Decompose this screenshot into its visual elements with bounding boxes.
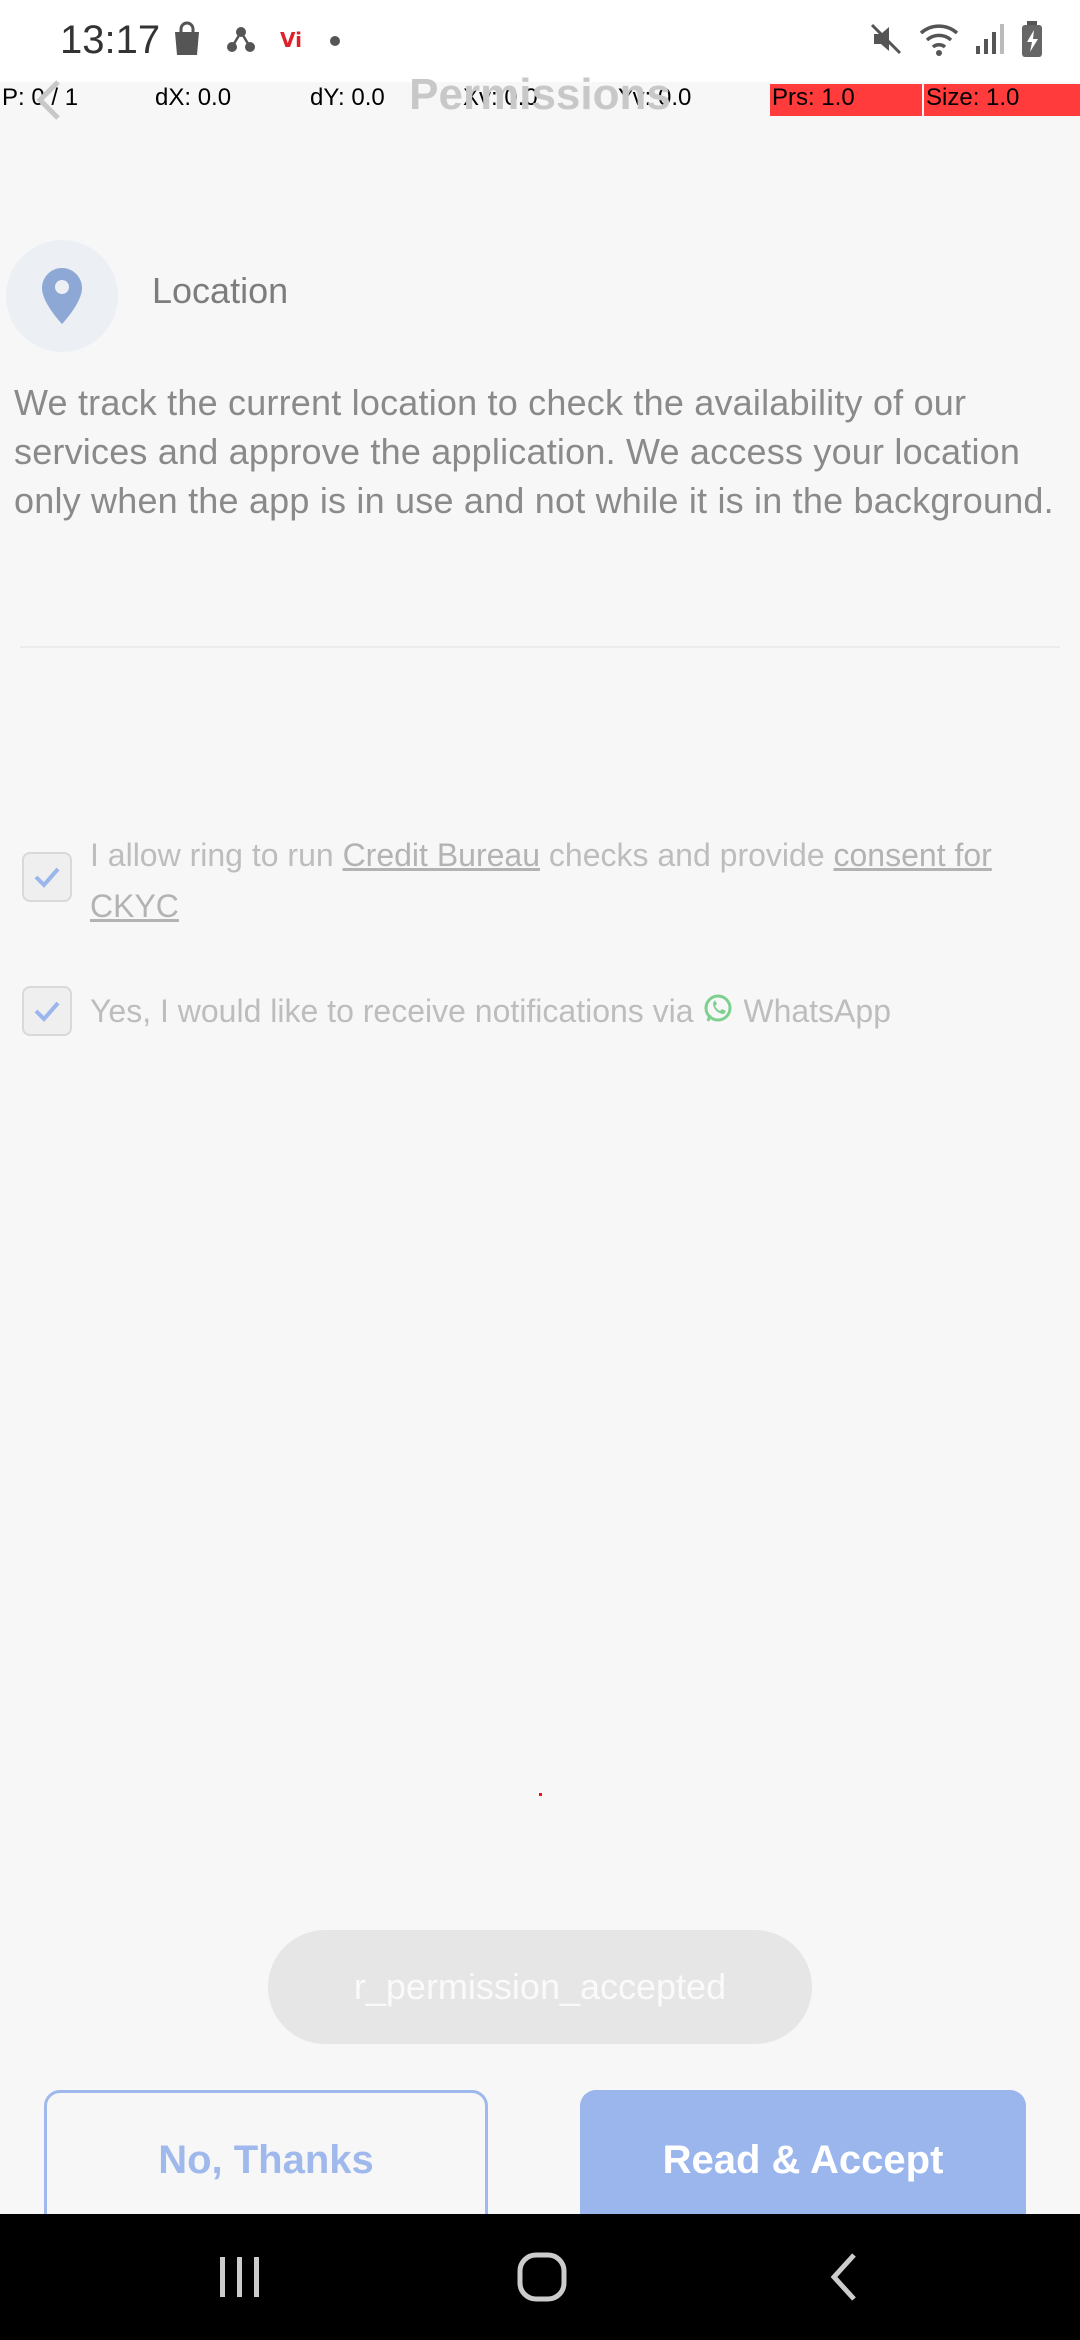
battery-charging-icon xyxy=(1020,20,1044,63)
no-thanks-button[interactable]: No, Thanks xyxy=(44,2090,488,2230)
whatsapp-text-prefix: Yes, I would like to receive notificatio… xyxy=(90,993,703,1029)
location-icon-badge xyxy=(6,240,118,352)
vi-logo-icon: Vi xyxy=(278,25,308,58)
recents-icon xyxy=(220,2257,259,2297)
touch-indicator xyxy=(539,1793,542,1796)
consent-text-prefix: I allow ring to run xyxy=(90,837,343,873)
whatsapp-icon xyxy=(704,994,732,1022)
divider xyxy=(20,646,1060,648)
toast-message: r_permission_accepted xyxy=(268,1930,812,2044)
consent-text-middle: checks and provide xyxy=(540,837,834,873)
whatsapp-text-suffix: WhatsApp xyxy=(734,993,891,1029)
mute-icon xyxy=(868,21,904,62)
signal-icon xyxy=(974,22,1006,61)
checkmark-icon xyxy=(34,867,60,888)
status-time: 13:17 xyxy=(60,18,161,62)
shopping-bag-icon xyxy=(170,21,204,62)
permission-label: Location xyxy=(152,270,289,311)
wifi-icon xyxy=(918,21,960,62)
whatsapp-consent-checkbox[interactable] xyxy=(22,986,72,1036)
home-button[interactable] xyxy=(502,2242,582,2312)
whatsapp-consent-text: Yes, I would like to receive notificatio… xyxy=(90,986,1070,1037)
credit-bureau-link[interactable]: Credit Bureau xyxy=(343,837,540,873)
back-icon xyxy=(830,2253,856,2301)
home-icon xyxy=(517,2252,567,2302)
system-nav-bar xyxy=(0,2214,1080,2340)
location-pin-icon xyxy=(42,268,82,324)
page-title: Permissions xyxy=(409,70,671,119)
svg-text:Vi: Vi xyxy=(280,28,302,52)
read-accept-button[interactable]: Read & Accept xyxy=(580,2090,1026,2230)
status-left-icons: Vi xyxy=(170,20,340,62)
dot-icon xyxy=(330,36,340,46)
status-right-icons xyxy=(868,20,1044,62)
permission-description: We track the current location to check t… xyxy=(14,382,1054,521)
credit-bureau-consent-text: I allow ring to run Credit Bureau checks… xyxy=(90,830,1040,932)
share-nodes-icon xyxy=(226,24,256,59)
nav-back-button[interactable] xyxy=(804,2242,884,2312)
credit-bureau-consent-checkbox[interactable] xyxy=(22,852,72,902)
recents-button[interactable] xyxy=(200,2242,280,2312)
checkmark-icon xyxy=(34,1001,60,1022)
